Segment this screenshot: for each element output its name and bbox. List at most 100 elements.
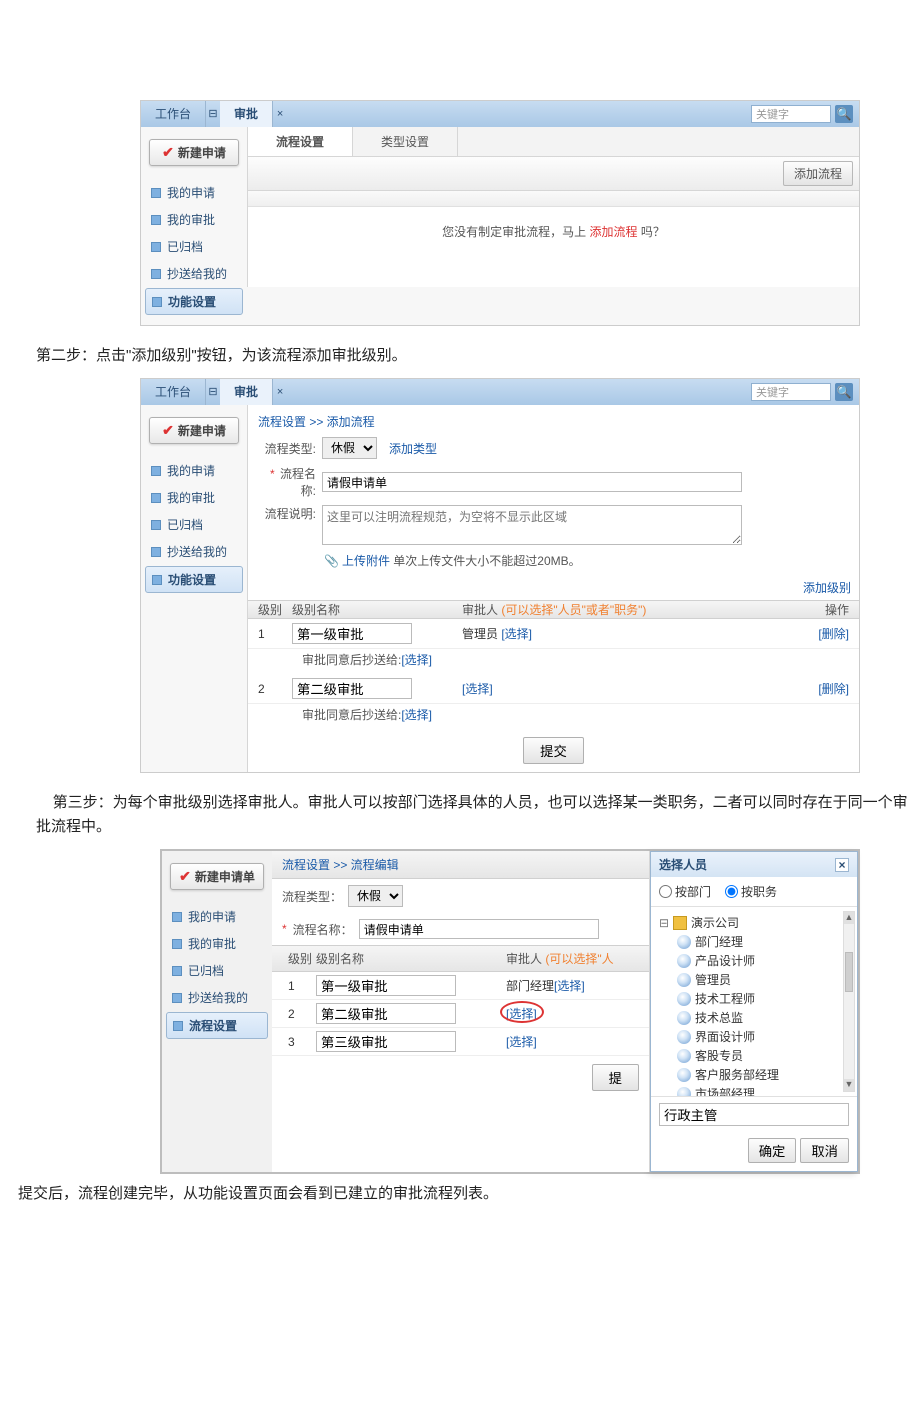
scroll-thumb[interactable]: [845, 952, 853, 992]
level-name-input[interactable]: [292, 623, 412, 644]
delete-link[interactable]: [删除]: [818, 627, 849, 641]
final-paragraph: 提交后，流程创建完毕，从功能设置页面会看到已建立的审批流程列表。: [0, 1174, 920, 1206]
flow-name-label: 流程名称：: [293, 921, 353, 938]
flow-type-label: 流程类型:: [258, 440, 316, 457]
tab-pin-icon[interactable]: ⊟: [206, 379, 220, 405]
subtab-flow-settings[interactable]: 流程设置: [248, 127, 353, 156]
doc-icon: [151, 215, 161, 225]
level-name-input[interactable]: [316, 1003, 456, 1024]
sidebar-item-flow-settings[interactable]: 流程设置: [166, 1012, 268, 1039]
person-picker-popup: 选择人员 × 按部门 按职务 ⊟演示公司 部门经理 产品设计师 管理员 技术工程…: [650, 851, 858, 1172]
sidebar-item-settings[interactable]: 功能设置: [145, 566, 243, 593]
tab-workspace[interactable]: 工作台: [141, 379, 206, 405]
search-input[interactable]: 关键字: [751, 105, 831, 123]
tree-role[interactable]: 客股专员: [677, 1046, 849, 1065]
breadcrumb: 流程设置 >> 流程编辑: [272, 851, 649, 879]
sidebar-item-settings[interactable]: 功能设置: [145, 288, 243, 315]
select-approver-link[interactable]: [选择]: [506, 1035, 537, 1049]
flow-type-select[interactable]: 休假: [348, 885, 403, 907]
add-flow-link[interactable]: 添加流程: [589, 225, 637, 239]
submit-button[interactable]: 提: [592, 1064, 639, 1091]
subtab-type-settings[interactable]: 类型设置: [353, 127, 458, 156]
sidebar-item-my-approvals[interactable]: 我的审批: [166, 931, 268, 956]
select-approver-link[interactable]: [选择]: [554, 979, 585, 993]
tree-role[interactable]: 界面设计师: [677, 1027, 849, 1046]
radio-by-job[interactable]: 按职务: [725, 883, 777, 900]
submit-button[interactable]: 提交: [523, 737, 584, 764]
col-name: 级别名称: [316, 950, 506, 967]
close-icon[interactable]: ×: [835, 858, 849, 872]
level-name-input[interactable]: [316, 1031, 456, 1052]
sidebar-item-my-requests[interactable]: 我的申请: [166, 904, 268, 929]
sidebar-item-my-approvals[interactable]: 我的审批: [145, 207, 243, 232]
main-panel: 流程设置 类型设置 添加流程 您没有制定审批流程，马上 添加流程 吗？: [247, 127, 859, 287]
level-row: 1 管理员 [选择] [删除]: [248, 619, 859, 649]
select-approver-link[interactable]: [选择]: [506, 1007, 537, 1021]
title-bar: 工作台 ⊟ 审批 × 关键字 🔍: [141, 101, 859, 127]
sidebar-item-my-requests[interactable]: 我的申请: [145, 458, 243, 483]
tab-approval[interactable]: 审批: [220, 379, 273, 405]
tree-role[interactable]: 产品设计师: [677, 951, 849, 970]
sidebar-label: 我的审批: [188, 935, 236, 952]
add-level-link[interactable]: 添加级别: [803, 579, 851, 596]
delete-link[interactable]: [删除]: [818, 682, 849, 696]
sidebar-item-cc-to-me[interactable]: 抄送给我的: [166, 985, 268, 1010]
sidebar-item-archived[interactable]: 已归档: [145, 234, 243, 259]
new-request-button[interactable]: ✔ 新建申请: [149, 417, 239, 444]
new-request-button[interactable]: ✔ 新建申请单: [170, 863, 264, 890]
sidebar-item-cc-to-me[interactable]: 抄送给我的: [145, 539, 243, 564]
tree-scrollbar[interactable]: ▲ ▼: [843, 911, 855, 1092]
select-approver-link[interactable]: [选择]: [462, 682, 493, 696]
sidebar-item-archived[interactable]: 已归档: [166, 958, 268, 983]
radio-by-dept[interactable]: 按部门: [659, 883, 711, 900]
sidebar: ✔ 新建申请 我的申请 我的审批 已归档 抄送给我的 功能设置: [141, 127, 247, 325]
search-icon[interactable]: 🔍: [835, 383, 853, 401]
new-request-button[interactable]: ✔ 新建申请: [149, 139, 239, 166]
add-flow-button[interactable]: 添加流程: [783, 161, 853, 186]
selected-role-input[interactable]: [659, 1103, 849, 1126]
add-type-link[interactable]: 添加类型: [389, 440, 437, 457]
level-name-input[interactable]: [292, 678, 412, 699]
scroll-down-icon[interactable]: ▼: [844, 1079, 854, 1091]
cancel-button[interactable]: 取消: [800, 1138, 849, 1163]
tree-role[interactable]: 市场部经理: [677, 1084, 849, 1097]
ok-button[interactable]: 确定: [748, 1138, 797, 1163]
flow-type-select[interactable]: 休假: [322, 437, 377, 459]
level-name-input[interactable]: [316, 975, 456, 996]
sidebar-item-cc-to-me[interactable]: 抄送给我的: [145, 261, 243, 286]
search-input[interactable]: 关键字: [751, 383, 831, 401]
cc-select-link[interactable]: [选择]: [401, 708, 432, 722]
tab-close-icon[interactable]: ×: [273, 379, 287, 405]
screenshot-3: ✔ 新建申请单 我的申请 我的审批 已归档 抄送给我的 流程设置 流程设置 >>…: [160, 849, 860, 1174]
tree-role[interactable]: 技术总监: [677, 1008, 849, 1027]
tree-role[interactable]: 客户服务部经理: [677, 1065, 849, 1084]
tree-role[interactable]: 技术工程师: [677, 989, 849, 1008]
flow-desc-label: 流程说明:: [258, 505, 316, 522]
tree-role[interactable]: 管理员: [677, 970, 849, 989]
upload-link[interactable]: 上传附件: [342, 554, 390, 568]
tree-root[interactable]: ⊟演示公司: [659, 913, 849, 932]
sidebar-item-my-requests[interactable]: 我的申请: [145, 180, 243, 205]
level-grid: 级别 级别名称 审批人 (可以选择"人员"或者"职务") 操作 1 管理员 [选…: [248, 600, 859, 729]
level-row: 1 部门经理[选择]: [272, 972, 649, 1000]
tab-close-icon[interactable]: ×: [273, 101, 287, 127]
col-operation: 操作: [799, 601, 859, 618]
new-request-label: 新建申请: [178, 144, 226, 161]
select-approver-link[interactable]: [选择]: [501, 627, 532, 641]
scroll-up-icon[interactable]: ▲: [844, 912, 854, 924]
search-icon[interactable]: 🔍: [835, 105, 853, 123]
flow-name-input[interactable]: [322, 472, 742, 492]
tab-pin-icon[interactable]: ⊟: [206, 101, 220, 127]
role-icon: [677, 1049, 691, 1063]
tab-approval[interactable]: 审批: [220, 101, 273, 127]
flow-desc-textarea[interactable]: [322, 505, 742, 545]
sidebar-item-archived[interactable]: 已归档: [145, 512, 243, 537]
role-tree: ⊟演示公司 部门经理 产品设计师 管理员 技术工程师 技术总监 界面设计师 客股…: [651, 907, 857, 1097]
cc-select-link[interactable]: [选择]: [401, 653, 432, 667]
tab-workspace[interactable]: 工作台: [141, 101, 206, 127]
org-icon: [673, 916, 687, 930]
flow-name-input[interactable]: [359, 919, 599, 939]
sidebar-item-my-approvals[interactable]: 我的审批: [145, 485, 243, 510]
doc-icon: [172, 993, 182, 1003]
tree-role[interactable]: 部门经理: [677, 932, 849, 951]
